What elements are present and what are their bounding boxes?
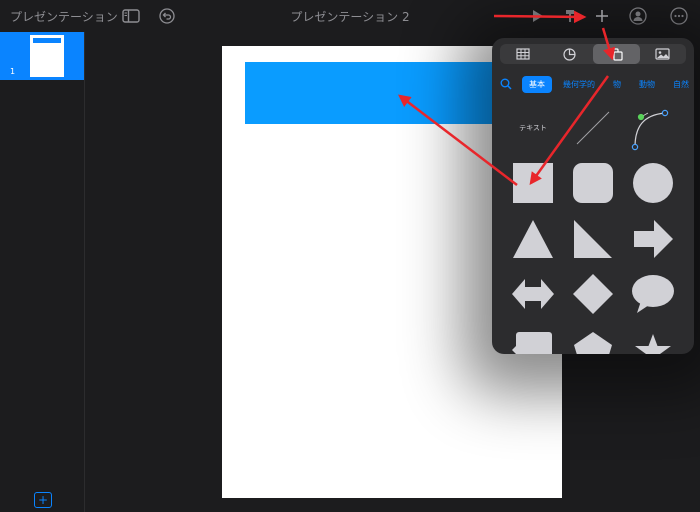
document-title[interactable]: プレゼンテーション 2 [290,10,409,24]
top-toolbar: プレゼンテーション プレゼンテーション 2 [0,0,700,32]
diamond-shape[interactable] [568,269,618,319]
callout-shape[interactable] [508,324,558,354]
triangle-shape[interactable] [508,214,558,264]
double-arrow-shape[interactable] [508,269,558,319]
play-icon[interactable] [528,6,548,26]
shape-icon [609,47,623,61]
star-shape[interactable] [628,324,678,354]
square-shape[interactable] [508,158,558,208]
category-basic[interactable]: 基本 [522,75,552,93]
slide-navigator: 1 + [0,32,85,512]
category-animals[interactable]: 動物 [632,76,662,93]
shape-tab[interactable] [593,44,640,64]
insert-popover: 基本 幾何学的 物 動物 自然 テキスト [492,38,694,354]
chart-icon [563,47,576,61]
add-slide-icon: + [37,493,49,507]
insert-tab-bar [500,44,686,64]
format-brush-icon[interactable] [560,6,580,26]
media-tab[interactable] [640,44,687,64]
table-icon [516,48,530,60]
shape-category-bar: 基本 幾何学的 物 動物 自然 [500,75,694,93]
pentagon-shape[interactable] [568,324,618,354]
curve-shape[interactable] [628,103,678,153]
speech-bubble-shape[interactable] [628,269,678,319]
add-plus-icon[interactable] [592,6,612,26]
rounded-square-shape[interactable] [568,158,618,208]
line-shape[interactable] [568,103,618,153]
slide-thumbnail-image [30,35,64,77]
arrow-shape[interactable] [628,214,678,264]
slide-thumbnail-1[interactable]: 1 [0,32,84,80]
text-shape[interactable]: テキスト [508,103,558,153]
table-tab[interactable] [500,44,547,64]
thumbnail-rectangle [33,38,61,43]
more-options-icon[interactable] [669,6,689,26]
sidebar-toggle-icon[interactable] [121,6,141,26]
search-icon[interactable] [500,76,514,92]
category-objects[interactable]: 物 [606,76,628,93]
right-triangle-shape[interactable] [568,214,618,264]
chart-tab[interactable] [547,44,594,64]
text-shape-label: テキスト [519,124,547,132]
media-icon [655,48,670,60]
add-slide-button[interactable]: + [34,492,52,508]
slide-number: 1 [10,67,16,76]
category-geometric[interactable]: 幾何学的 [556,76,602,93]
category-nature[interactable]: 自然 [666,76,694,93]
circle-shape[interactable] [628,158,678,208]
documents-button[interactable]: プレゼンテーション [10,8,118,25]
keynote-app: プレゼンテーション プレゼンテーション 2 1 + 基本 幾何学的 物 動物 自… [0,0,700,512]
undo-icon[interactable] [157,6,177,26]
collaborate-icon[interactable] [628,6,648,26]
